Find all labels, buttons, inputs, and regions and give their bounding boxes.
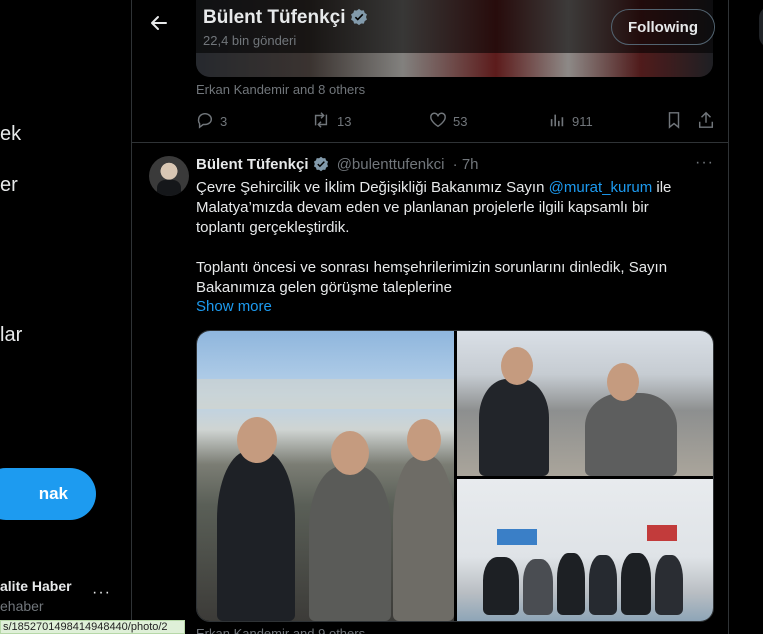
tweet-photo-2[interactable] [457, 331, 713, 476]
search-input[interactable] [759, 6, 763, 48]
nav-item-partial[interactable]: lar [0, 324, 22, 347]
tweet-actions: 3 13 53 911 [196, 110, 716, 132]
back-arrow-icon[interactable] [146, 13, 172, 39]
mention-link[interactable]: @murat_kurum [549, 179, 653, 196]
bookmark-button[interactable] [666, 110, 682, 132]
tweet-timestamp[interactable]: · 7h [453, 156, 479, 173]
repost-count: 13 [337, 113, 352, 129]
nav-item-partial[interactable]: ek [0, 123, 21, 146]
view-count: 911 [572, 113, 593, 129]
right-sidebar [729, 0, 763, 634]
more-icon[interactable]: ··· [695, 154, 714, 172]
tweet-photo-1[interactable] [197, 331, 454, 621]
reply-button[interactable]: 3 [196, 110, 227, 132]
share-button[interactable] [697, 110, 715, 132]
account-name: alite Haber [0, 578, 72, 594]
main-timeline: Bülent Tüfenkçi 22,4 bin gönderi Followi… [131, 0, 729, 634]
account-switcher[interactable]: alite Haber ehaber ··· [0, 576, 131, 616]
status-url-tooltip: s/1852701498414948440/photo/2 [0, 620, 185, 634]
avatar[interactable] [149, 156, 189, 196]
author-name[interactable]: Bülent Tüfenkçi [196, 156, 309, 173]
repost-button[interactable]: 13 [311, 110, 351, 132]
more-icon[interactable]: ··· [92, 584, 111, 602]
views-button[interactable]: 911 [548, 110, 593, 132]
photo-people-strip [196, 53, 713, 77]
repost-icon [311, 111, 331, 132]
tagged-users[interactable]: Erkan Kandemir and 9 others [196, 626, 365, 634]
divider [132, 142, 728, 143]
bookmark-icon [666, 111, 682, 132]
like-button[interactable]: 53 [429, 110, 467, 132]
nav-item-partial[interactable]: er [0, 174, 18, 197]
tweet-photo-3[interactable] [457, 479, 713, 621]
tweet-text: Çevre Şehircilik ve İklim Değişikliği Ba… [196, 178, 696, 298]
post-button[interactable]: nak [0, 468, 96, 520]
tweet-text-part: Toplantı öncesi ve sonrası hemşehrilerim… [196, 259, 668, 296]
tagged-users[interactable]: Erkan Kandemir and 8 others [196, 82, 365, 97]
page-title: Bülent Tüfenkçi [203, 7, 368, 32]
analytics-icon [548, 111, 566, 132]
verified-badge-icon [313, 156, 329, 176]
post-count: 22,4 bin gönderi [203, 33, 297, 48]
tweet-media-grid [196, 330, 714, 622]
share-icon [697, 111, 715, 132]
left-navigation: ek er lar nak alite Haber ehaber ··· [0, 0, 131, 634]
following-button[interactable]: Following [611, 9, 715, 45]
reply-count: 3 [220, 113, 228, 129]
author-handle[interactable]: @bulenttufenkci [337, 156, 445, 173]
verified-badge-icon [350, 8, 368, 32]
like-count: 53 [453, 113, 468, 129]
account-handle: ehaber [0, 598, 44, 614]
profile-name: Bülent Tüfenkçi [203, 7, 346, 28]
tweet-header: Bülent Tüfenkçi @bulenttufenkci · 7h [196, 156, 479, 176]
reply-icon [196, 111, 214, 132]
show-more-link[interactable]: Show more [196, 298, 272, 315]
heart-icon [429, 111, 447, 132]
tweet-text-part: Çevre Şehircilik ve İklim Değişikliği Ba… [196, 179, 549, 196]
profile-header: Bülent Tüfenkçi 22,4 bin gönderi Followi… [132, 0, 728, 53]
